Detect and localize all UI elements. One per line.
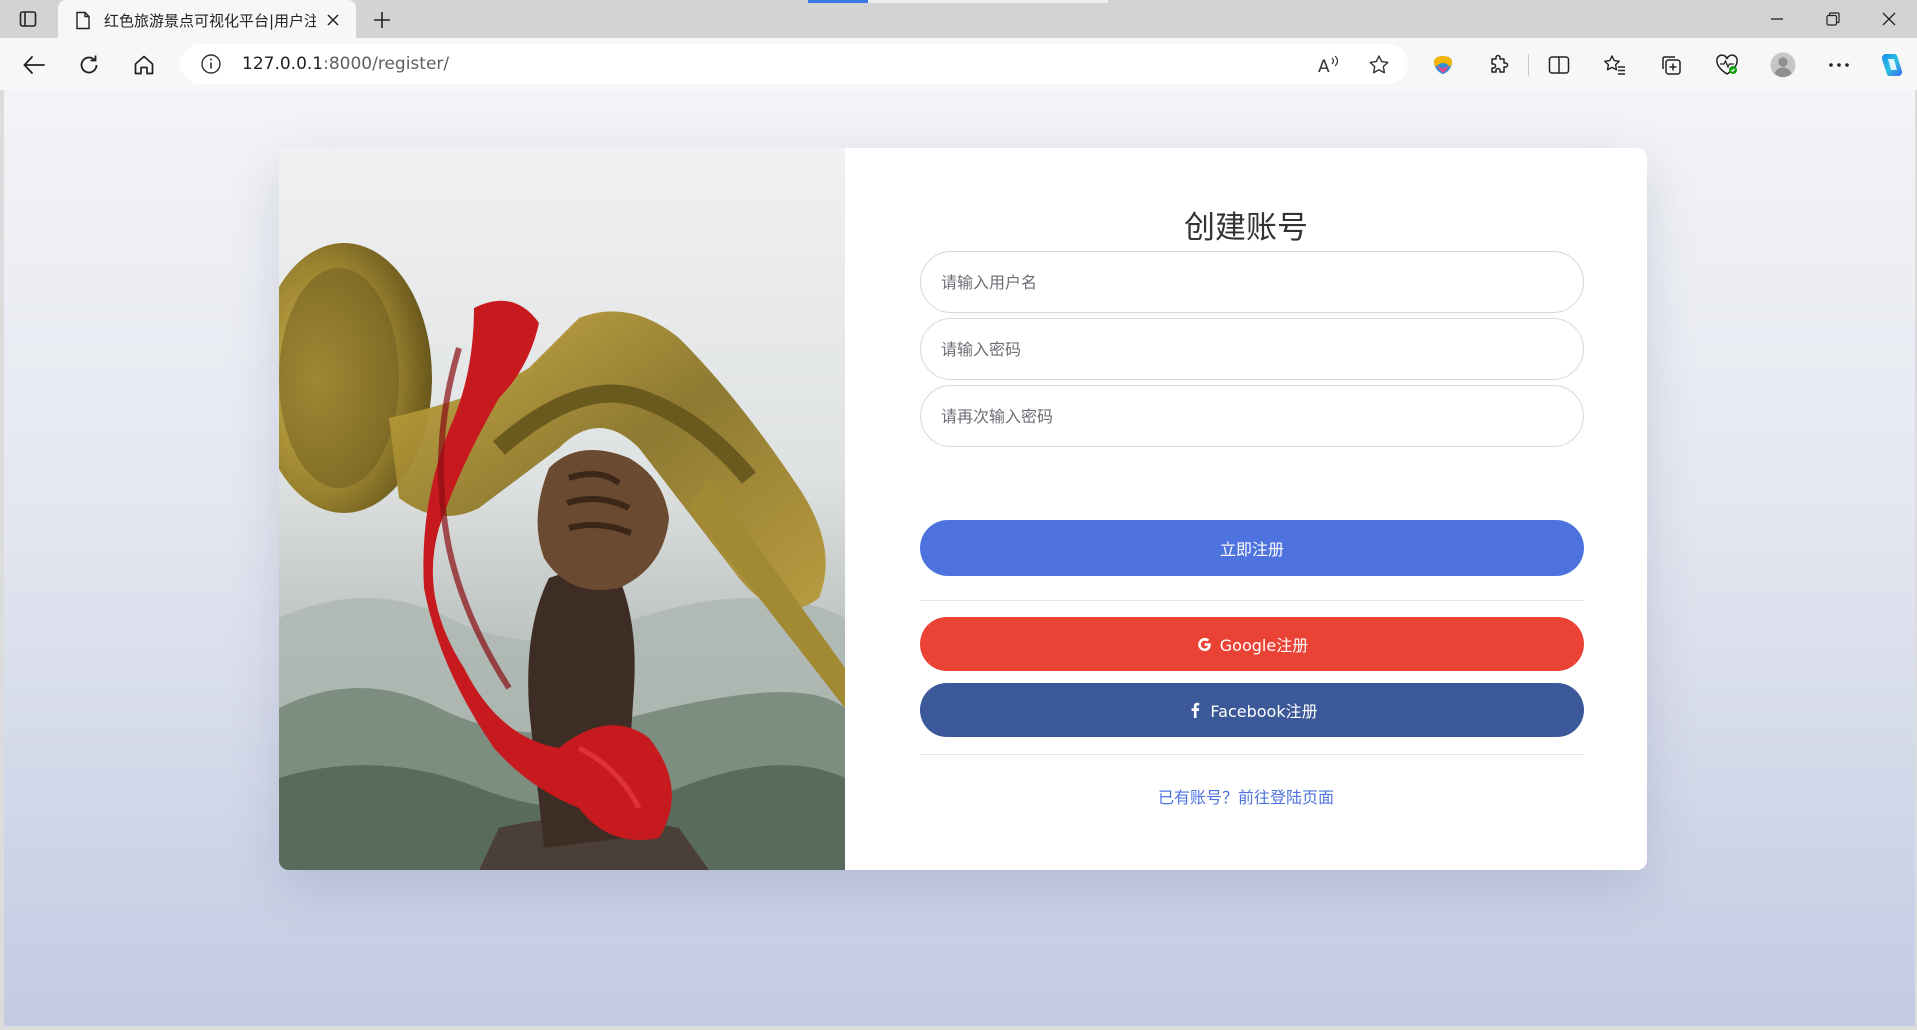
divider-bottom <box>920 754 1584 755</box>
favorite-star-icon[interactable] <box>1366 52 1392 78</box>
page-viewport: 创建账号 立即注册 Google注册 Facebook注册 <box>4 90 1915 1026</box>
favorites-icon[interactable] <box>1600 50 1630 80</box>
browser-essentials-icon[interactable] <box>1712 50 1742 80</box>
address-bar[interactable]: 127.0.0.1:8000/register/ A <box>180 44 1408 84</box>
browser-tab-active[interactable]: 红色旅游景点可视化平台|用户注册 <box>58 0 356 40</box>
more-icon[interactable] <box>1824 50 1854 80</box>
svg-text:A: A <box>1318 57 1330 76</box>
back-icon[interactable] <box>18 49 50 81</box>
page-title: 创建账号 <box>1184 210 1308 246</box>
google-icon <box>1196 635 1214 653</box>
register-button-label: 立即注册 <box>1219 540 1284 559</box>
copilot-icon[interactable] <box>1876 50 1906 80</box>
trumpet-photo <box>279 148 845 870</box>
url-path: :8000/register/ <box>323 54 450 74</box>
login-link[interactable]: 已有账号？前往登陆页面 <box>845 784 1647 808</box>
profile-icon[interactable] <box>1768 50 1798 80</box>
minimize-icon[interactable] <box>1754 4 1800 34</box>
extension-colorful-icon[interactable] <box>1428 50 1458 80</box>
restore-icon[interactable] <box>1810 4 1856 34</box>
register-form: 创建账号 立即注册 Google注册 Facebook注册 <box>845 148 1647 870</box>
facebook-button-label: Facebook注册 <box>1210 702 1318 721</box>
window-close-icon[interactable] <box>1866 4 1912 34</box>
register-button[interactable]: 立即注册 <box>920 520 1584 576</box>
close-icon[interactable] <box>322 9 344 31</box>
tab-title: 红色旅游景点可视化平台|用户注册 <box>104 11 316 30</box>
collections-icon[interactable] <box>1656 50 1686 80</box>
url-text: 127.0.0.1:8000/register/ <box>242 54 449 74</box>
browser-tab-bar: 红色旅游景点可视化平台|用户注册 <box>0 0 1917 40</box>
url-host: 127.0.0.1 <box>242 54 324 74</box>
split-screen-icon[interactable] <box>1544 50 1574 80</box>
password-input[interactable] <box>920 318 1584 380</box>
confirm-password-input[interactable] <box>920 385 1584 447</box>
info-icon[interactable] <box>200 53 222 75</box>
divider <box>920 600 1584 601</box>
google-button-label: Google注册 <box>1219 636 1309 655</box>
facebook-icon <box>1186 701 1204 719</box>
tab-progress-indicator <box>808 0 868 3</box>
register-card: 创建账号 立即注册 Google注册 Facebook注册 <box>279 148 1647 870</box>
tab-actions-icon[interactable] <box>14 7 42 31</box>
refresh-icon[interactable] <box>73 49 105 81</box>
username-input[interactable] <box>920 251 1584 313</box>
toolbar-divider <box>1528 54 1529 76</box>
google-register-button[interactable]: Google注册 <box>920 617 1584 671</box>
extensions-puzzle-icon[interactable] <box>1484 50 1514 80</box>
home-icon[interactable] <box>128 49 160 81</box>
document-icon <box>72 9 94 31</box>
plus-icon[interactable] <box>368 6 396 34</box>
browser-toolbar: 127.0.0.1:8000/register/ A <box>0 38 1917 90</box>
read-aloud-icon[interactable]: A <box>1316 52 1342 78</box>
facebook-register-button[interactable]: Facebook注册 <box>920 683 1584 737</box>
tab-progress-track <box>868 0 1108 3</box>
